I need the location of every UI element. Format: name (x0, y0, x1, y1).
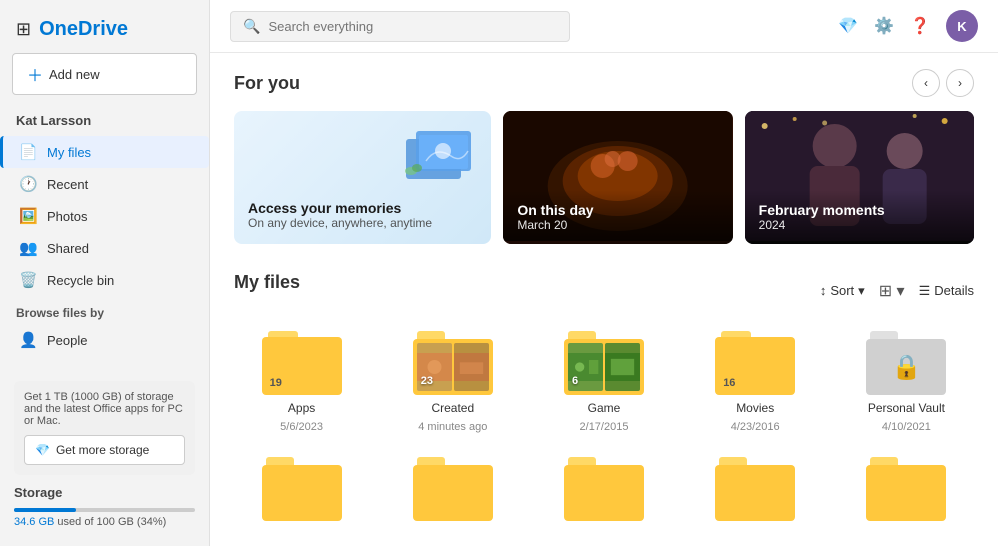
browse-section-title: Browse files by (0, 296, 209, 324)
shared-icon: 👥 (19, 239, 37, 257)
plus-icon: ＋ (27, 62, 43, 86)
people-icon: 👤 (19, 331, 37, 349)
prev-arrow-button[interactable]: ‹ (912, 69, 940, 97)
memories-illustration (401, 121, 481, 194)
app-title: OneDrive (39, 18, 128, 41)
folder-movies[interactable]: 16 Movies 4/23/2016 (688, 323, 823, 441)
for-you-cards: Access your memories On any device, anyw… (234, 111, 974, 244)
game-folder-name: Game (588, 401, 621, 415)
apps-count: 19 (270, 377, 282, 389)
sort-icon: ↕ (820, 283, 827, 298)
search-bar[interactable]: 🔍 (230, 11, 570, 42)
apps-folder-name: Apps (288, 401, 315, 415)
main-content: 🔍 💎 ⚙️ ❓ K For you ‹ › (210, 0, 998, 546)
february-moments-title: February moments (759, 202, 960, 218)
for-you-title: For you (234, 73, 300, 94)
files-grid: 19 Apps 5/6/2023 (234, 323, 974, 441)
memories-card-subtitle: On any device, anywhere, anytime (248, 216, 432, 230)
grid-view-icon: ⊞ ▾ (879, 283, 905, 300)
vault-lock-icon: 🔒 (891, 353, 921, 382)
details-button[interactable]: ☰ Details (919, 283, 974, 299)
created-folder-name: Created (431, 401, 474, 415)
sort-chevron-icon: ▾ (858, 283, 865, 299)
folder-personal-vault[interactable]: 🔒 Personal Vault 4/10/2021 (839, 323, 974, 441)
folder-row2-2[interactable] (385, 449, 520, 529)
on-this-day-subtitle: March 20 (517, 218, 718, 232)
folder-row2-3[interactable] (536, 449, 671, 529)
storage-used-link[interactable]: 34.6 GB (14, 516, 54, 528)
game-folder-date: 2/17/2015 (580, 421, 629, 433)
apps-folder-date: 5/6/2023 (280, 421, 323, 433)
storage-bar-fill (14, 508, 76, 512)
get-more-storage-button[interactable]: 💎 Get more storage (24, 435, 185, 465)
sidebar: ⊞ OneDrive ＋ Add new Kat Larsson 📄 My fi… (0, 0, 210, 546)
february-moments-overlay: February moments 2024 (745, 190, 974, 244)
movies-folder-name: Movies (736, 401, 774, 415)
folder-apps-icon: 19 (262, 331, 342, 395)
folder-game[interactable]: 6 Game 2/17/2015 (536, 323, 671, 441)
vault-icon: 🔒 (866, 331, 946, 395)
app-header: ⊞ OneDrive (0, 10, 209, 53)
add-new-button[interactable]: ＋ Add new (12, 53, 197, 95)
sidebar-item-my-files[interactable]: 📄 My files (0, 136, 209, 168)
folder-row2-1[interactable] (234, 449, 369, 529)
my-files-header: My files ↕ Sort ▾ ⊞ ▾ ☰ Details (234, 272, 974, 309)
created-folder-date: 4 minutes ago (418, 421, 487, 433)
diamond-icon: 💎 (35, 443, 50, 457)
on-this-day-title: On this day (517, 202, 718, 218)
sidebar-item-people[interactable]: 👤 People (0, 324, 209, 356)
memories-card-title: Access your memories (248, 200, 432, 216)
details-icon: ☰ (919, 283, 931, 299)
user-name: Kat Larsson (0, 107, 209, 136)
sidebar-item-shared[interactable]: 👥 Shared (0, 232, 209, 264)
folder-game-icon: 6 (564, 331, 644, 395)
storage-section: Get 1 TB (1000 GB) of storage and the la… (0, 371, 209, 536)
sidebar-item-photos[interactable]: 🖼️ Photos (0, 200, 209, 232)
folder-row2-5[interactable] (839, 449, 974, 529)
storage-title: Storage (14, 485, 195, 500)
february-moments-card[interactable]: February moments 2024 (745, 111, 974, 244)
my-files-icon: 📄 (19, 143, 37, 161)
vault-folder-name: Personal Vault (868, 401, 945, 415)
search-icon: 🔍 (243, 18, 260, 35)
sidebar-item-recent[interactable]: 🕐 Recent (0, 168, 209, 200)
top-bar: 🔍 💎 ⚙️ ❓ K (210, 0, 998, 53)
for-you-header: For you ‹ › (234, 69, 974, 97)
on-this-day-card[interactable]: On this day March 20 (503, 111, 732, 244)
toolbar-right: ↕ Sort ▾ ⊞ ▾ ☰ Details (820, 281, 974, 301)
carousel-nav: ‹ › (912, 69, 974, 97)
folder-created[interactable]: 23 Created 4 minutes ago (385, 323, 520, 441)
photos-icon: 🖼️ (19, 207, 37, 225)
settings-icon[interactable]: ⚙️ (874, 16, 894, 36)
storage-bar-background (14, 508, 195, 512)
search-input[interactable] (268, 19, 557, 34)
sort-button[interactable]: ↕ Sort ▾ (820, 283, 865, 299)
on-this-day-overlay: On this day March 20 (503, 190, 732, 244)
help-icon[interactable]: ❓ (910, 16, 930, 36)
top-right-icons: 💎 ⚙️ ❓ K (838, 10, 978, 42)
recycle-bin-icon: 🗑️ (19, 271, 37, 289)
created-count: 23 (421, 375, 433, 387)
avatar[interactable]: K (946, 10, 978, 42)
premium-icon[interactable]: 💎 (838, 16, 858, 36)
folder-row2-4[interactable] (688, 449, 823, 529)
content-area: For you ‹ › (210, 53, 998, 545)
memories-card[interactable]: Access your memories On any device, anyw… (234, 111, 491, 244)
recent-icon: 🕐 (19, 175, 37, 193)
movies-count: 16 (723, 377, 735, 389)
february-moments-subtitle: 2024 (759, 218, 960, 232)
folder-apps[interactable]: 19 Apps 5/6/2023 (234, 323, 369, 441)
next-arrow-button[interactable]: › (946, 69, 974, 97)
folder-movies-icon: 16 (715, 331, 795, 395)
files-grid-row2 (234, 449, 974, 529)
vault-folder-date: 4/10/2021 (882, 421, 931, 433)
windows-icon: ⊞ (16, 19, 31, 40)
view-toggle-button[interactable]: ⊞ ▾ (879, 281, 905, 301)
folder-created-icon: 23 (413, 331, 493, 395)
sidebar-item-recycle-bin[interactable]: 🗑️ Recycle bin (0, 264, 209, 296)
storage-used-text: 34.6 GB used of 100 GB (34%) (14, 516, 195, 528)
movies-folder-date: 4/23/2016 (731, 421, 780, 433)
game-count: 6 (572, 375, 578, 387)
my-files-title: My files (234, 272, 300, 293)
